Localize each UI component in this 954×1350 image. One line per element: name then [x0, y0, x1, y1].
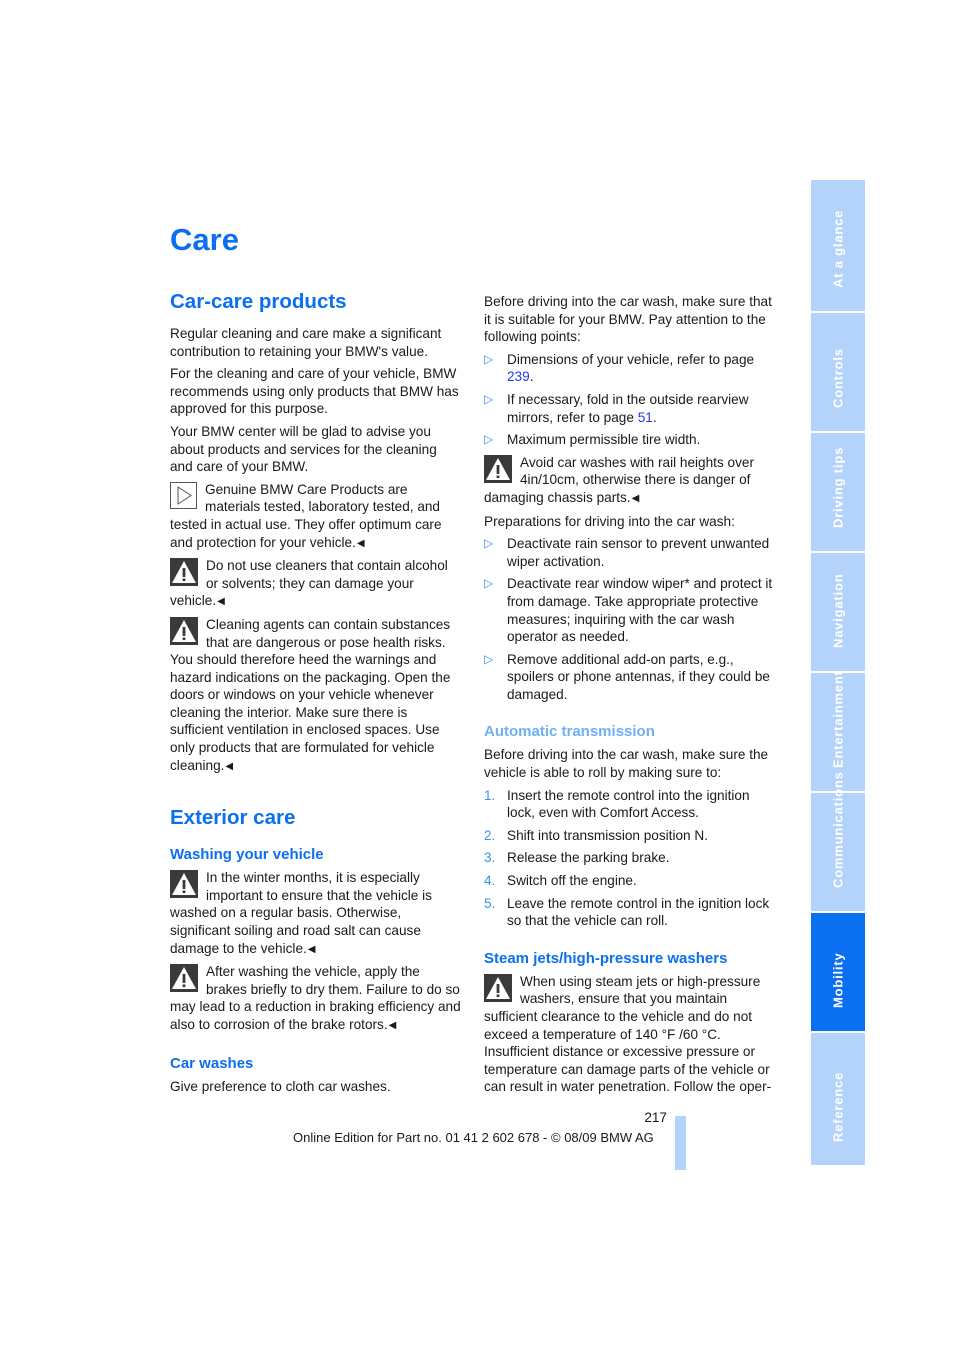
tip-triangle-icon	[170, 481, 197, 509]
warning-text: When using steam jets or high-pressure w…	[484, 973, 761, 1042]
warning-note: After washing the vehicle, apply the bra…	[170, 963, 462, 1034]
sidebar-tab-controls[interactable]: Controls	[811, 313, 865, 431]
left-column: Car-care products Regular cleaning and c…	[170, 290, 462, 1100]
bullet-arrow-icon: ▷	[484, 432, 494, 447]
bullet-arrow-icon: ▷	[484, 536, 494, 551]
warning-icon	[484, 973, 512, 1002]
warning-icon	[484, 454, 512, 483]
page-number: 217	[644, 1110, 667, 1125]
sidebar-tab-communications[interactable]: Communications	[811, 771, 865, 911]
warning-text: Avoid car washes with rail heights over …	[484, 454, 754, 505]
bullet-arrow-icon: ▷	[484, 391, 494, 406]
paragraph: Before driving into the car wash, make s…	[484, 294, 772, 345]
sidebar-tab-at-a-glance[interactable]: At a glance	[811, 180, 865, 311]
subheading-washing-your-vehicle: Washing your vehicle	[170, 846, 324, 864]
warning-icon	[170, 964, 198, 993]
chapter-sidebar: At a glance Controls Driving tips Naviga…	[811, 180, 865, 1167]
end-mark-icon: ◀	[631, 492, 640, 504]
paragraph: Regular cleaning and care make a signifi…	[170, 326, 442, 359]
list-item: ▷ Deactivate rear window wiper* and prote…	[484, 576, 773, 645]
section-heading-car-care-products: Car-care products	[170, 290, 347, 313]
section-heading-exterior-care: Exterior care	[170, 806, 296, 830]
paragraph: Preparations for driving into the car wa…	[484, 513, 735, 529]
footer-marker-bar	[675, 1116, 686, 1170]
tip-text: Genuine BMW Care Products are materials …	[170, 481, 442, 550]
paragraph: Your BMW center will be glad to advise y…	[170, 423, 437, 475]
paragraph: Give preference to cloth car washes.	[170, 1078, 391, 1094]
list-item: ▷ Deactivate rain sensor to prevent unwan…	[484, 536, 770, 569]
warning-text: Cleaning agents can contain substances t…	[170, 616, 451, 773]
sidebar-tab-reference[interactable]: Reference	[811, 1033, 865, 1165]
page-link[interactable]: 239	[507, 369, 530, 384]
subheading-car-washes: Car washes	[170, 1054, 254, 1072]
warning-text: Do not use cleaners that contain alcohol…	[170, 558, 448, 609]
tip-note: Genuine BMW Care Products are materials …	[170, 481, 462, 552]
steps-list: 1. Insert the remote control into the ign…	[484, 787, 776, 930]
end-mark-icon: ◀	[225, 760, 234, 772]
end-mark-icon: ◀	[217, 596, 225, 608]
warning-note: Avoid car washes with rail heights over …	[484, 454, 776, 508]
warning-icon	[170, 558, 198, 587]
end-mark-icon: ◀	[307, 943, 316, 955]
subheading-automatic-transmission: Automatic transmission	[484, 723, 655, 741]
right-column: Before driving into the car wash, make s…	[484, 293, 776, 1101]
list-item: 1. Insert the remote control into the ign…	[484, 787, 750, 821]
paragraph: Insufficient distance or excessive press…	[484, 1044, 772, 1095]
subheading-steam-jets: Steam jets/high-pressure washers	[484, 949, 728, 967]
preparation-list: ▷ Deactivate rain sensor to prevent unwan…	[484, 535, 776, 703]
list-item: 5. Leave the remote control in the igniti…	[484, 895, 770, 929]
list-item: 3. Release the parking brake.	[484, 850, 670, 866]
footer-edition: Online Edition for Part no. 01 41 2 602 …	[293, 1130, 654, 1145]
list-item: ▷ If necessary, fold in the outside rear…	[484, 391, 749, 425]
car-wash-checklist: ▷ Dimensions of your vehicle, refer to p…	[484, 351, 776, 449]
warning-note: When using steam jets or high-pressure w…	[484, 973, 776, 1043]
list-item: 4. Switch off the engine.	[484, 873, 637, 889]
bullet-arrow-icon: ▷	[484, 576, 494, 591]
sidebar-tab-navigation[interactable]: Navigation	[811, 553, 865, 671]
warning-icon	[170, 616, 198, 645]
warning-icon	[170, 870, 198, 899]
end-mark-icon: ◀	[356, 537, 365, 549]
bullet-arrow-icon: ▷	[484, 351, 494, 366]
sidebar-tab-mobility[interactable]: Mobility	[811, 913, 865, 1031]
end-mark-icon: ◀	[388, 1020, 397, 1031]
list-item: ▷ Maximum permissible tire width.	[484, 432, 701, 448]
sidebar-tab-driving-tips[interactable]: Driving tips	[811, 433, 865, 551]
page-link[interactable]: 51	[638, 410, 653, 425]
warning-text: After washing the vehicle, apply the bra…	[170, 964, 461, 1032]
bullet-arrow-icon: ▷	[484, 651, 494, 666]
list-item: 2. Shift into transmission position N.	[484, 827, 708, 843]
warning-text: In the winter months, it is especially i…	[170, 870, 432, 956]
warning-note: Do not use cleaners that contain alcohol…	[170, 557, 462, 611]
list-item: ▷ Dimensions of your vehicle, refer to p…	[484, 351, 755, 385]
page-title: Care	[170, 222, 239, 257]
paragraph: For the cleaning and care of your vehicl…	[170, 366, 459, 417]
list-item: ▷ Remove additional add-on parts, e.g., s…	[484, 651, 770, 702]
warning-note: In the winter months, it is especially i…	[170, 869, 462, 958]
paragraph: Before driving into the car wash, make s…	[484, 747, 769, 781]
warning-note: Cleaning agents can contain substances t…	[170, 616, 462, 775]
